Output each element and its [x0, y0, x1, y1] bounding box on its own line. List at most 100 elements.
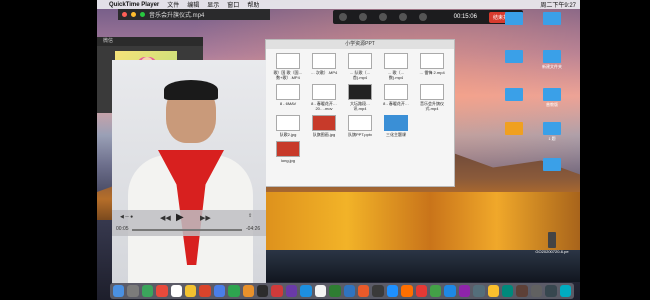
- wallpaper-foliage: [247, 192, 580, 250]
- dock-app-icon[interactable]: [314, 285, 327, 297]
- folder-icon: [543, 12, 561, 25]
- dock-app-icon[interactable]: [444, 285, 456, 297]
- desktop-icon[interactable]: 1 题: [535, 122, 569, 142]
- playback-controls: ◀ ─ ● ◀◀ ▶ ▶▶ ⇪ 00:05 -04:26: [112, 210, 266, 236]
- finder-file[interactable]: [416, 115, 448, 137]
- finder-file[interactable]: 队旗PPT.pptx: [344, 115, 376, 137]
- dock-app-icon[interactable]: [113, 285, 125, 297]
- dock-app-icon[interactable]: [415, 285, 427, 297]
- finder-title[interactable]: 小学资源PPT: [266, 40, 454, 49]
- quicktime-title: 音乐会升旗仪式.mp4: [149, 13, 205, 19]
- finder-file[interactable]: … 歌（… 数).mp4: [380, 53, 412, 80]
- dock-app-icon[interactable]: [473, 285, 485, 297]
- finder-file[interactable]: 8 - 春暖花开…: [380, 84, 412, 111]
- menu-app-name[interactable]: QuickTime Player: [109, 2, 159, 8]
- file-name: 队歌2.jpg: [279, 132, 297, 137]
- finder-file[interactable]: 队歌2.jpg: [272, 115, 304, 137]
- dock-app-icon[interactable]: [271, 285, 283, 297]
- dock-app-icon[interactable]: [429, 285, 442, 297]
- dock-app-icon[interactable]: [242, 285, 255, 297]
- share-icon[interactable]: [399, 13, 407, 21]
- dock-app-icon[interactable]: [170, 285, 183, 297]
- menu-clock[interactable]: 周二下午9:27: [540, 0, 576, 9]
- dock-app-icon[interactable]: [386, 285, 399, 297]
- mic-icon[interactable]: [339, 13, 347, 21]
- finder-file[interactable]: 8 - 6MAV: [272, 84, 304, 111]
- desktop-icon[interactable]: [497, 88, 531, 102]
- menu-file[interactable]: 文件: [167, 0, 179, 9]
- file-thumbnail: [312, 53, 336, 69]
- close-icon[interactable]: [122, 12, 127, 17]
- finder-file[interactable]: … 次歌）.MP4: [308, 53, 340, 80]
- dock-app-icon[interactable]: [156, 285, 168, 297]
- dock-app-icon[interactable]: [372, 285, 384, 297]
- desktop-icon[interactable]: GO20200720-6.pe: [535, 232, 569, 254]
- dock-app-icon[interactable]: [559, 285, 571, 297]
- dock-app-icon[interactable]: [458, 285, 471, 297]
- dock-app-icon[interactable]: [487, 285, 499, 297]
- participants-icon[interactable]: [379, 13, 387, 21]
- rewind-icon[interactable]: ◀◀: [160, 214, 171, 222]
- finder-file[interactable]: 音乐会升旗仪式.mp4: [416, 84, 448, 111]
- finder-file[interactable]: 8 - 春暖花开…20….mov: [308, 84, 340, 111]
- desktop-icon[interactable]: 普教版: [535, 88, 569, 108]
- desktop-icon[interactable]: [497, 12, 531, 26]
- dock-app-icon[interactable]: [501, 285, 514, 297]
- desktop-icon[interactable]: [497, 50, 531, 64]
- dock-app-icon[interactable]: [357, 285, 370, 297]
- dock-app-icon[interactable]: [545, 285, 557, 297]
- dock-app-icon[interactable]: [199, 285, 211, 297]
- desktop-icon-label: 1 题: [548, 136, 556, 141]
- file-name: 8 - 春暖花开…20….mov: [311, 101, 337, 111]
- dock-app-icon[interactable]: [213, 285, 226, 297]
- file-thumbnail: [420, 84, 444, 100]
- finder-file[interactable]: … 队歌（… 首).mp4: [344, 53, 376, 80]
- file-thumbnail: [384, 115, 408, 131]
- progress-bar[interactable]: [132, 229, 242, 231]
- dock-app-icon[interactable]: [329, 285, 341, 297]
- dock-app-icon[interactable]: [516, 285, 528, 297]
- dock-app-icon[interactable]: [300, 285, 312, 297]
- menu-edit[interactable]: 编辑: [187, 0, 199, 9]
- finder-file[interactable]: 歌）国 歌（国… 数+歌）.MP4: [272, 53, 304, 80]
- status-area: 周二下午9:27: [540, 0, 580, 9]
- quicktime-title-bar[interactable]: 音乐会升旗仪式.mp4: [118, 9, 270, 20]
- menu-view[interactable]: 显示: [207, 0, 219, 9]
- forward-icon[interactable]: ▶▶: [200, 214, 211, 222]
- desktop-icon[interactable]: [535, 158, 569, 172]
- dock-app-icon[interactable]: [530, 285, 543, 297]
- desktop-icon[interactable]: 新建文件夹: [535, 50, 569, 70]
- file-thumbnail: [348, 115, 372, 131]
- menu-help[interactable]: 帮助: [247, 0, 259, 9]
- finder-file[interactable]: 大坛路段… 讯.mp4: [344, 84, 376, 111]
- chat-icon[interactable]: [419, 13, 427, 21]
- file-name: long.jpg: [280, 158, 295, 163]
- dock: [110, 283, 574, 299]
- dock-app-icon[interactable]: [285, 285, 298, 297]
- dock-app-icon[interactable]: [401, 285, 413, 297]
- desktop: QuickTime Player 文件 编辑 显示 窗口 帮助 周二下午9:27…: [97, 0, 580, 300]
- desktop-icon[interactable]: [535, 12, 569, 26]
- menu-window[interactable]: 窗口: [227, 0, 239, 9]
- video-icon[interactable]: [359, 13, 367, 21]
- dock-app-icon[interactable]: [185, 285, 197, 297]
- desktop-icon[interactable]: [497, 122, 531, 136]
- dock-app-icon[interactable]: [127, 285, 139, 297]
- dock-app-icon[interactable]: [343, 285, 355, 297]
- share-icon[interactable]: ⇪: [248, 213, 252, 219]
- finder-file[interactable]: … 雷锋 2.mp4: [416, 53, 448, 80]
- file-name: … 次歌）.MP4: [310, 70, 338, 75]
- desktop-icon-label: 新建文件夹: [542, 64, 562, 69]
- finder-file[interactable]: long.jpg: [272, 141, 304, 163]
- dock-app-icon[interactable]: [228, 285, 240, 297]
- volume-icon[interactable]: ◀ ─ ●: [120, 214, 133, 220]
- minimize-icon[interactable]: [131, 12, 136, 17]
- finder-file[interactable]: 队旗图画.jpg: [308, 115, 340, 137]
- dock-app-icon[interactable]: [141, 285, 154, 297]
- zoom-icon[interactable]: [140, 12, 145, 17]
- preview-title[interactable]: 微信: [97, 37, 203, 46]
- dock-app-icon[interactable]: [257, 285, 269, 297]
- finder-file[interactable]: 三化主题课: [380, 115, 412, 137]
- finder-grid: 歌）国 歌（国… 数+歌）.MP4 … 次歌）.MP4 … 队歌（… 首).mp4 ……: [266, 49, 454, 163]
- play-icon[interactable]: ▶: [176, 212, 184, 223]
